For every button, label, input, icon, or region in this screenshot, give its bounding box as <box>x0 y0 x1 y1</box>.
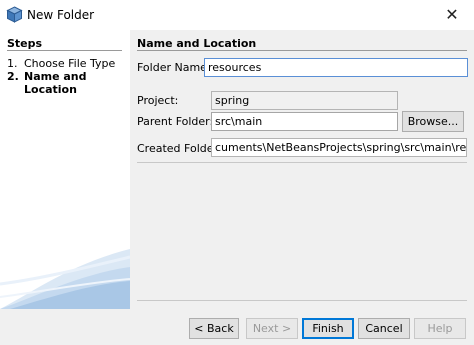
close-icon[interactable]: ✕ <box>430 0 474 30</box>
window-title: New Folder <box>27 8 95 22</box>
title-bar: New Folder ✕ <box>0 0 474 30</box>
form-pane: Name and Location Folder Name: resources… <box>130 30 474 309</box>
browse-button[interactable]: Browse... <box>402 111 464 132</box>
cancel-button[interactable]: Cancel <box>358 318 410 339</box>
parent-folder-label: Parent Folder: <box>137 115 214 128</box>
step-label: Name and Location <box>24 70 87 96</box>
step-label: Choose File Type <box>24 57 116 70</box>
next-button[interactable]: Next > <box>246 318 298 339</box>
button-bar-divider <box>137 300 467 301</box>
decorative-swoosh-graphic <box>0 249 130 309</box>
back-button[interactable]: < Back <box>189 318 239 339</box>
folder-name-input[interactable]: resources <box>204 58 468 77</box>
created-folder-field: cuments\NetBeansProjects\spring\src\main… <box>211 138 467 157</box>
step-number: 2. <box>7 70 19 83</box>
cube-icon <box>6 6 23 23</box>
steps-pane: Steps 1. Choose File Type 2. Name and Lo… <box>0 30 130 309</box>
project-label: Project: <box>137 94 179 107</box>
form-separator <box>137 162 467 163</box>
section-heading: Name and Location <box>137 37 257 50</box>
section-divider <box>137 50 467 51</box>
steps-list: 1. Choose File Type 2. Name and Location <box>7 57 127 96</box>
step-item-choose-file-type: 1. Choose File Type <box>7 57 127 70</box>
step-item-name-and-location: 2. Name and Location <box>7 70 127 96</box>
project-field: spring <box>211 91 398 110</box>
created-folder-label: Created Folder: <box>137 142 222 155</box>
steps-heading: Steps <box>7 37 43 50</box>
help-button[interactable]: Help <box>414 318 466 339</box>
steps-divider <box>7 50 122 51</box>
finish-button[interactable]: Finish <box>302 318 354 339</box>
parent-folder-input[interactable]: src\main <box>211 112 398 131</box>
folder-name-label: Folder Name: <box>137 61 211 74</box>
step-number: 1. <box>7 57 18 70</box>
